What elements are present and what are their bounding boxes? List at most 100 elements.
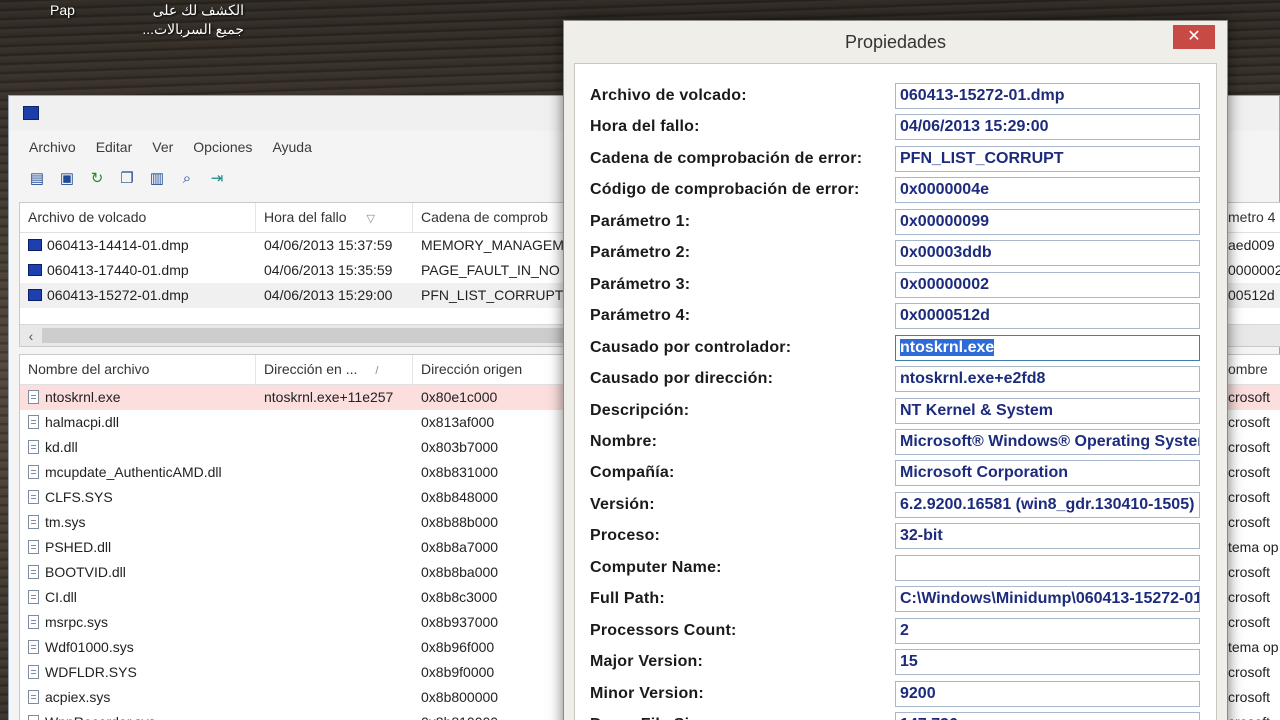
property-value-field[interactable]: 0x00000002: [895, 271, 1200, 298]
column-label: Dirección en ...: [264, 361, 358, 377]
file-name: 060413-15272-01.dmp: [47, 287, 189, 303]
value-text: C:\Windows\Minidump\060413-15272-01.dmp: [900, 590, 1199, 608]
value-text: 147,736: [900, 716, 958, 720]
property-value-field[interactable]: 0x00000099: [895, 208, 1200, 235]
cell-name: Wdf01000.sys: [28, 639, 134, 655]
file-icon: [28, 465, 39, 479]
desktop-icon-label[interactable]: جميع السربالات...: [136, 21, 244, 38]
file-name: 060413-14414-01.dmp: [47, 237, 189, 253]
property-value-field[interactable]: Microsoft® Windows® Operating System: [895, 428, 1200, 455]
cell-origin: 0x8b8ba000: [421, 564, 499, 580]
menu-editar[interactable]: Editar: [86, 136, 143, 160]
close-icon[interactable]: ✕: [1173, 25, 1215, 49]
cell-extra: crosoft: [1228, 389, 1271, 405]
cell-origin: 0x8b800000: [421, 689, 499, 705]
property-value-field[interactable]: NT Kernel & System: [895, 397, 1200, 424]
exit-icon[interactable]: ⇥: [205, 166, 229, 190]
column-hora-fallo[interactable]: Hora del fallo ▽: [256, 203, 413, 233]
cell-name: CLFS.SYS: [28, 489, 113, 505]
cell-name: acpiex.sys: [28, 689, 110, 705]
value-text: 0x00000099: [900, 212, 989, 230]
desktop-icon-label[interactable]: Pap: [50, 2, 75, 18]
menu-opciones[interactable]: Opciones: [183, 136, 262, 160]
scrollbar-thumb[interactable]: [42, 328, 582, 343]
cell-name: BOOTVID.dll: [28, 564, 126, 580]
property-value-field[interactable]: 0x0000512d: [895, 303, 1200, 330]
cell-name: msrpc.sys: [28, 614, 108, 630]
cell-origin: 0x8b96f000: [421, 639, 495, 655]
property-value-field[interactable]: ntoskrnl.exe: [895, 334, 1200, 361]
properties-icon[interactable]: ▤: [25, 166, 49, 190]
refresh-icon[interactable]: ↻: [85, 166, 109, 190]
property-value-field[interactable]: [895, 554, 1200, 581]
save-icon[interactable]: ▣: [55, 166, 79, 190]
desktop-icon-label[interactable]: الكشف لك على: [136, 2, 244, 19]
value-text: Microsoft® Windows® Operating System: [900, 432, 1200, 450]
sort-icon: /: [375, 365, 379, 377]
sort-down-icon: ▽: [366, 213, 375, 225]
driver-name: CLFS.SYS: [45, 489, 113, 505]
driver-name: BOOTVID.dll: [45, 564, 126, 580]
column-archivo-volcado[interactable]: Archivo de volcado: [20, 203, 256, 233]
html-report-icon[interactable]: ▥: [145, 166, 169, 190]
toolbar: ▤ ▣ ↻ ❐ ▥ ⌕ ⇥: [25, 166, 229, 194]
property-row: Parámetro 3: 0x00000002: [575, 270, 1216, 300]
driver-name: mcupdate_AuthenticAMD.dll: [45, 464, 222, 480]
property-value-field[interactable]: 147,736: [895, 712, 1200, 720]
property-label: Full Path:: [590, 590, 665, 608]
dump-file-icon: [28, 239, 42, 251]
properties-panel: Archivo de volcado: 060413-15272-01.dmp Ho…: [574, 63, 1217, 720]
cell-bugcheck: MEMORY_MANAGEM: [421, 237, 564, 253]
property-value-field[interactable]: PFN_LIST_CORRUPT: [895, 145, 1200, 172]
property-row: Nombre: Microsoft® Windows® Operating Sys…: [575, 427, 1216, 457]
copy-icon[interactable]: ❐: [115, 166, 139, 190]
value-text: 9200: [900, 684, 936, 702]
file-icon: [28, 515, 39, 529]
cell-origin: 0x8b88b000: [421, 514, 499, 530]
file-icon: [28, 715, 39, 720]
column-direccion-origen[interactable]: Dirección origen: [413, 355, 573, 385]
menu-ayuda[interactable]: Ayuda: [262, 136, 321, 160]
cell-extra: tema op: [1228, 539, 1279, 555]
property-value-field[interactable]: 9200: [895, 680, 1200, 707]
cell-origin: 0x8b8a7000: [421, 539, 499, 555]
property-value-field[interactable]: 0x00003ddb: [895, 240, 1200, 267]
property-value-field[interactable]: 060413-15272-01.dmp: [895, 83, 1200, 109]
property-value-field[interactable]: 6.2.9200.16581 (win8_gdr.130410-1505): [895, 491, 1200, 518]
cell-extra: tema op: [1228, 639, 1279, 655]
property-value-field[interactable]: Microsoft Corporation: [895, 460, 1200, 487]
menu-archivo[interactable]: Archivo: [9, 136, 86, 160]
driver-name: WDFLDR.SYS: [45, 664, 137, 680]
property-label: Parámetro 2:: [590, 244, 691, 262]
property-value-field[interactable]: ntoskrnl.exe+e2fd8: [895, 366, 1200, 393]
property-label: Minor Version:: [590, 684, 704, 702]
property-row: Código de comprobación de error: 0x000000…: [575, 175, 1216, 205]
cell-origin: 0x8b8c3000: [421, 589, 498, 605]
column-nombre-archivo[interactable]: Nombre del archivo: [20, 355, 256, 385]
property-value-field[interactable]: 0x0000004e: [895, 177, 1200, 204]
dialog-title[interactable]: Propiedades: [564, 21, 1227, 61]
column-direccion-en[interactable]: Dirección en ... /: [256, 355, 413, 385]
menu-ver[interactable]: Ver: [142, 136, 183, 160]
property-value-field[interactable]: 04/06/2013 15:29:00: [895, 114, 1200, 141]
property-value-field[interactable]: 15: [895, 649, 1200, 676]
column-nombre[interactable]: ombre: [1220, 355, 1280, 385]
property-value-field[interactable]: 32-bit: [895, 523, 1200, 550]
cell-extra: crosoft: [1228, 464, 1271, 480]
find-icon[interactable]: ⌕: [175, 166, 199, 190]
property-label: Computer Name:: [590, 558, 722, 576]
property-label: Causado por dirección:: [590, 370, 774, 388]
cell-p4: aed009: [1228, 237, 1275, 253]
property-label: Versión:: [590, 495, 655, 513]
value-text: NT Kernel & System: [900, 401, 1053, 419]
scroll-left-icon[interactable]: ‹: [22, 327, 40, 345]
file-icon: [28, 590, 39, 604]
cell-extra: crosoft: [1228, 564, 1271, 580]
column-cadena[interactable]: Cadena de comprob: [413, 203, 573, 233]
property-value-field[interactable]: C:\Windows\Minidump\060413-15272-01.dmp: [895, 586, 1200, 613]
app-icon: [23, 106, 39, 120]
column-parametro-4[interactable]: metro 4: [1220, 203, 1280, 233]
property-value-field[interactable]: 2: [895, 617, 1200, 644]
driver-name: WppRecorder.sys: [45, 714, 155, 720]
selected-text: ntoskrnl.exe: [900, 338, 995, 356]
